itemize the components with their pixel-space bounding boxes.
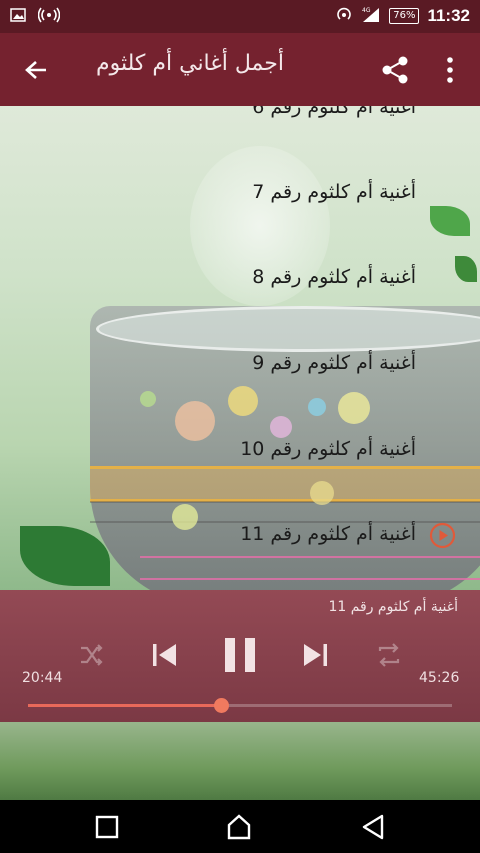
song-item[interactable]: أغنية أم كلثوم رقم 6	[0, 106, 480, 150]
app-bar: أجمل أغاني أم كلثوم	[0, 33, 480, 106]
arrow-back-icon	[25, 61, 46, 79]
battery-icon: 76%	[389, 8, 420, 24]
pause-icon[interactable]	[222, 636, 258, 674]
song-title: أغنية أم كلثوم رقم 7	[252, 181, 416, 203]
song-title: أغنية أم كلثوم رقم 11	[240, 523, 416, 545]
more-vert-icon	[447, 57, 453, 83]
skip-previous-icon[interactable]	[150, 641, 180, 669]
more-options-button[interactable]	[438, 53, 462, 87]
app-title: أجمل أغاني أم كلثوم	[96, 51, 284, 76]
total-time: 45:26	[419, 670, 460, 686]
now-playing-title: أغنية أم كلثوم رقم 11	[328, 599, 458, 615]
song-list: أغنية أم كلثوم رقم 6 أغنية أم كلثوم رقم …	[0, 106, 480, 590]
svg-text:4G: 4G	[362, 7, 371, 14]
hotspot-icon	[335, 5, 353, 27]
image-icon	[10, 7, 26, 27]
media-player: أغنية أم كلثوم رقم 11 20:44 45:26	[0, 590, 480, 722]
clock: 11:32	[427, 6, 470, 25]
home-icon[interactable]	[224, 812, 254, 842]
recents-icon[interactable]	[92, 812, 122, 842]
back-nav-icon[interactable]	[358, 812, 388, 842]
skip-next-icon[interactable]	[300, 641, 330, 669]
song-title: أغنية أم كلثوم رقم 6	[252, 106, 416, 118]
song-item[interactable]: أغنية أم كلثوم رقم 10	[0, 408, 480, 494]
wireless-signal-icon	[37, 7, 61, 27]
cell-signal-4g-icon: 4G	[361, 5, 381, 27]
status-bar: 4G 76% 11:32	[0, 0, 480, 33]
share-button[interactable]	[378, 53, 412, 87]
seek-thumb[interactable]	[214, 698, 230, 713]
song-title: أغنية أم كلثوم رقم 9	[252, 352, 416, 374]
song-item[interactable]: أغنية أم كلثوم رقم 7	[0, 150, 480, 236]
song-item-playing[interactable]: أغنية أم كلثوم رقم 11	[0, 494, 480, 580]
song-list-area: أغنية أم كلثوم رقم 6 أغنية أم كلثوم رقم …	[0, 106, 480, 590]
shuffle-icon[interactable]	[78, 642, 104, 668]
background-image-bottom	[0, 722, 480, 800]
song-title: أغنية أم كلثوم رقم 10	[240, 438, 416, 460]
seek-progress	[28, 704, 222, 707]
repeat-icon[interactable]	[375, 642, 403, 668]
share-icon	[382, 56, 408, 84]
elapsed-time: 20:44	[22, 670, 63, 686]
back-button[interactable]	[18, 53, 54, 89]
song-item[interactable]: أغنية أم كلثوم رقم 9	[0, 322, 480, 408]
song-item[interactable]: أغنية أم كلثوم رقم 8	[0, 236, 480, 322]
system-nav-bar	[0, 800, 480, 853]
play-circle-icon[interactable]	[429, 522, 456, 549]
seek-bar[interactable]	[28, 698, 452, 713]
song-title: أغنية أم كلثوم رقم 8	[252, 266, 416, 288]
